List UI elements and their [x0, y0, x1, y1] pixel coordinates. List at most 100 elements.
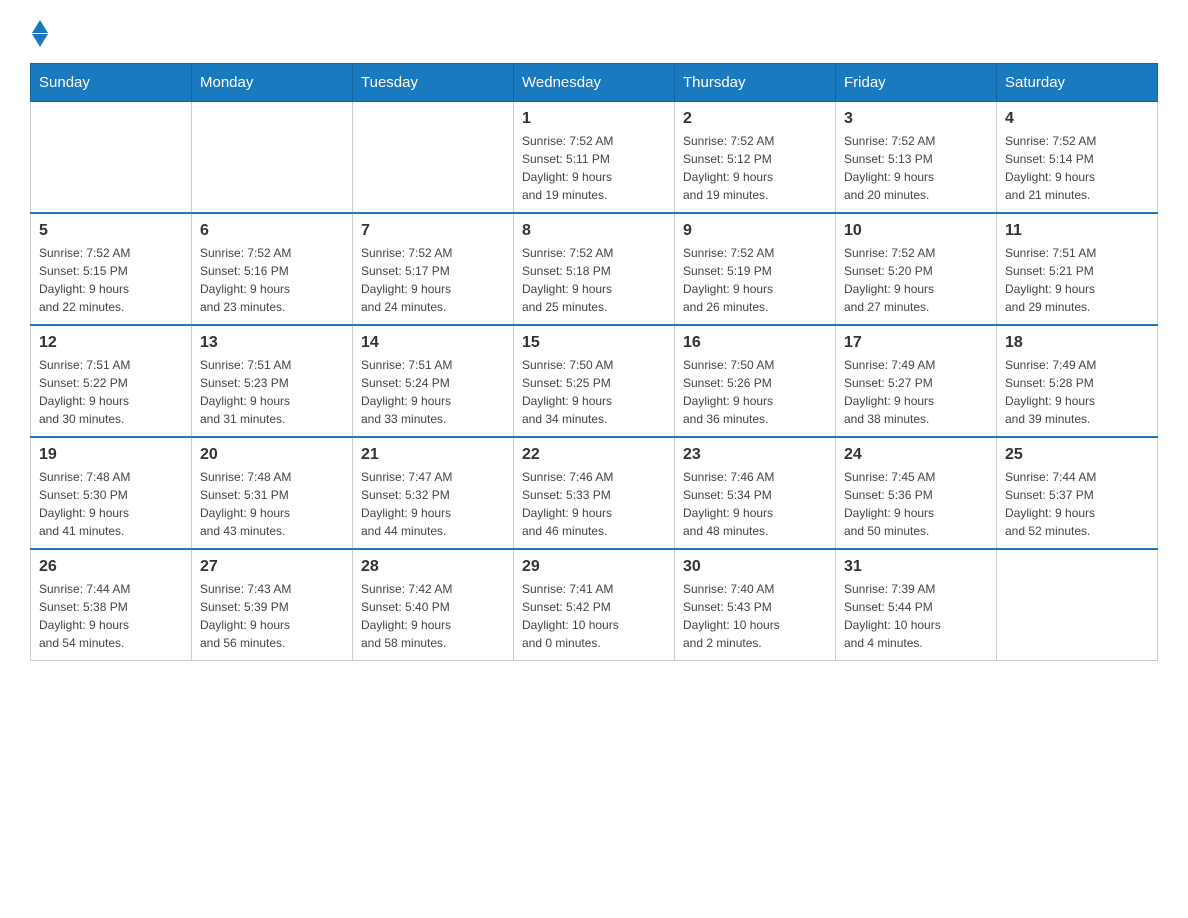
day-number: 5 — [39, 222, 183, 240]
day-info: Sunrise: 7:44 AMSunset: 5:37 PMDaylight:… — [1005, 468, 1149, 540]
day-info: Sunrise: 7:48 AMSunset: 5:31 PMDaylight:… — [200, 468, 344, 540]
day-info: Sunrise: 7:48 AMSunset: 5:30 PMDaylight:… — [39, 468, 183, 540]
calendar-cell: 8 Sunrise: 7:52 AMSunset: 5:18 PMDaylight… — [514, 213, 675, 325]
calendar-week-row: 12 Sunrise: 7:51 AMSunset: 5:22 PMDayligh… — [31, 325, 1158, 437]
day-info: Sunrise: 7:52 AMSunset: 5:17 PMDaylight:… — [361, 244, 505, 316]
day-info: Sunrise: 7:52 AMSunset: 5:16 PMDaylight:… — [200, 244, 344, 316]
day-info: Sunrise: 7:50 AMSunset: 5:26 PMDaylight:… — [683, 356, 827, 428]
day-info: Sunrise: 7:52 AMSunset: 5:13 PMDaylight:… — [844, 132, 988, 204]
day-info: Sunrise: 7:46 AMSunset: 5:34 PMDaylight:… — [683, 468, 827, 540]
day-number: 18 — [1005, 334, 1149, 352]
day-info: Sunrise: 7:52 AMSunset: 5:12 PMDaylight:… — [683, 132, 827, 204]
calendar-cell: 18 Sunrise: 7:49 AMSunset: 5:28 PMDayligh… — [997, 325, 1158, 437]
calendar-cell: 14 Sunrise: 7:51 AMSunset: 5:24 PMDayligh… — [353, 325, 514, 437]
day-number: 22 — [522, 446, 666, 464]
day-number: 7 — [361, 222, 505, 240]
day-info: Sunrise: 7:52 AMSunset: 5:18 PMDaylight:… — [522, 244, 666, 316]
calendar-cell: 19 Sunrise: 7:48 AMSunset: 5:30 PMDayligh… — [31, 437, 192, 549]
day-header-monday: Monday — [192, 64, 353, 102]
calendar-week-row: 19 Sunrise: 7:48 AMSunset: 5:30 PMDayligh… — [31, 437, 1158, 549]
calendar-cell: 16 Sunrise: 7:50 AMSunset: 5:26 PMDayligh… — [675, 325, 836, 437]
day-number: 17 — [844, 334, 988, 352]
day-info: Sunrise: 7:49 AMSunset: 5:27 PMDaylight:… — [844, 356, 988, 428]
day-info: Sunrise: 7:50 AMSunset: 5:25 PMDaylight:… — [522, 356, 666, 428]
day-number: 4 — [1005, 110, 1149, 128]
calendar-cell: 12 Sunrise: 7:51 AMSunset: 5:22 PMDayligh… — [31, 325, 192, 437]
day-number: 14 — [361, 334, 505, 352]
calendar-week-row: 26Sunrise: 7:44 AMSunset: 5:38 PMDayligh… — [31, 549, 1158, 661]
logo[interactable] — [30, 20, 48, 43]
day-number: 20 — [200, 446, 344, 464]
day-header-wednesday: Wednesday — [514, 64, 675, 102]
day-info: Sunrise: 7:49 AMSunset: 5:28 PMDaylight:… — [1005, 356, 1149, 428]
day-header-thursday: Thursday — [675, 64, 836, 102]
calendar-cell — [31, 102, 192, 214]
day-number: 10 — [844, 222, 988, 240]
day-info: Sunrise: 7:51 AMSunset: 5:21 PMDaylight:… — [1005, 244, 1149, 316]
day-info: Sunrise: 7:52 AMSunset: 5:20 PMDaylight:… — [844, 244, 988, 316]
day-info: Sunrise: 7:52 AMSunset: 5:19 PMDaylight:… — [683, 244, 827, 316]
calendar-table: SundayMondayTuesdayWednesdayThursdayFrid… — [30, 63, 1158, 661]
calendar-cell: 26Sunrise: 7:44 AMSunset: 5:38 PMDayligh… — [31, 549, 192, 661]
calendar-cell: 17 Sunrise: 7:49 AMSunset: 5:27 PMDayligh… — [836, 325, 997, 437]
day-number: 9 — [683, 222, 827, 240]
day-number: 21 — [361, 446, 505, 464]
day-number: 12 — [39, 334, 183, 352]
day-number: 24 — [844, 446, 988, 464]
day-number: 27 — [200, 558, 344, 576]
day-number: 3 — [844, 110, 988, 128]
calendar-cell: 2 Sunrise: 7:52 AMSunset: 5:12 PMDaylight… — [675, 102, 836, 214]
day-number: 30 — [683, 558, 827, 576]
calendar-week-row: 1Sunrise: 7:52 AMSunset: 5:11 PMDaylight… — [31, 102, 1158, 214]
day-info: Sunrise: 7:52 AMSunset: 5:15 PMDaylight:… — [39, 244, 183, 316]
calendar-cell: 31 Sunrise: 7:39 AMSunset: 5:44 PMDayligh… — [836, 549, 997, 661]
calendar-cell: 5 Sunrise: 7:52 AMSunset: 5:15 PMDaylight… — [31, 213, 192, 325]
day-info: Sunrise: 7:41 AMSunset: 5:42 PMDaylight:… — [522, 580, 666, 652]
day-header-saturday: Saturday — [997, 64, 1158, 102]
day-number: 19 — [39, 446, 183, 464]
day-number: 26 — [39, 558, 183, 576]
calendar-cell — [192, 102, 353, 214]
calendar-cell: 6Sunrise: 7:52 AMSunset: 5:16 PMDaylight… — [192, 213, 353, 325]
day-number: 25 — [1005, 446, 1149, 464]
day-number: 16 — [683, 334, 827, 352]
day-info: Sunrise: 7:51 AMSunset: 5:24 PMDaylight:… — [361, 356, 505, 428]
calendar-header-row: SundayMondayTuesdayWednesdayThursdayFrid… — [31, 64, 1158, 102]
day-number: 28 — [361, 558, 505, 576]
calendar-cell: 21Sunrise: 7:47 AMSunset: 5:32 PMDayligh… — [353, 437, 514, 549]
day-number: 23 — [683, 446, 827, 464]
calendar-cell: 24 Sunrise: 7:45 AMSunset: 5:36 PMDayligh… — [836, 437, 997, 549]
day-number: 13 — [200, 334, 344, 352]
calendar-cell: 20 Sunrise: 7:48 AMSunset: 5:31 PMDayligh… — [192, 437, 353, 549]
calendar-cell: 9 Sunrise: 7:52 AMSunset: 5:19 PMDaylight… — [675, 213, 836, 325]
calendar-cell: 1Sunrise: 7:52 AMSunset: 5:11 PMDaylight… — [514, 102, 675, 214]
day-number: 8 — [522, 222, 666, 240]
calendar-cell: 30 Sunrise: 7:40 AMSunset: 5:43 PMDayligh… — [675, 549, 836, 661]
day-info: Sunrise: 7:43 AMSunset: 5:39 PMDaylight:… — [200, 580, 344, 652]
day-number: 11 — [1005, 222, 1149, 240]
calendar-week-row: 5 Sunrise: 7:52 AMSunset: 5:15 PMDaylight… — [31, 213, 1158, 325]
day-number: 31 — [844, 558, 988, 576]
day-info: Sunrise: 7:45 AMSunset: 5:36 PMDaylight:… — [844, 468, 988, 540]
day-number: 2 — [683, 110, 827, 128]
calendar-cell: 11 Sunrise: 7:51 AMSunset: 5:21 PMDayligh… — [997, 213, 1158, 325]
day-info: Sunrise: 7:42 AMSunset: 5:40 PMDaylight:… — [361, 580, 505, 652]
day-info: Sunrise: 7:52 AMSunset: 5:11 PMDaylight:… — [522, 132, 666, 204]
day-info: Sunrise: 7:51 AMSunset: 5:23 PMDaylight:… — [200, 356, 344, 428]
calendar-cell: 4 Sunrise: 7:52 AMSunset: 5:14 PMDaylight… — [997, 102, 1158, 214]
calendar-cell: 13 Sunrise: 7:51 AMSunset: 5:23 PMDayligh… — [192, 325, 353, 437]
calendar-cell — [997, 549, 1158, 661]
day-number: 15 — [522, 334, 666, 352]
day-info: Sunrise: 7:39 AMSunset: 5:44 PMDaylight:… — [844, 580, 988, 652]
day-header-sunday: Sunday — [31, 64, 192, 102]
calendar-cell: 23 Sunrise: 7:46 AMSunset: 5:34 PMDayligh… — [675, 437, 836, 549]
day-header-tuesday: Tuesday — [353, 64, 514, 102]
calendar-cell — [353, 102, 514, 214]
day-info: Sunrise: 7:51 AMSunset: 5:22 PMDaylight:… — [39, 356, 183, 428]
day-number: 29 — [522, 558, 666, 576]
calendar-cell: 27 Sunrise: 7:43 AMSunset: 5:39 PMDayligh… — [192, 549, 353, 661]
day-info: Sunrise: 7:52 AMSunset: 5:14 PMDaylight:… — [1005, 132, 1149, 204]
calendar-cell: 7 Sunrise: 7:52 AMSunset: 5:17 PMDaylight… — [353, 213, 514, 325]
calendar-cell: 3 Sunrise: 7:52 AMSunset: 5:13 PMDaylight… — [836, 102, 997, 214]
day-info: Sunrise: 7:40 AMSunset: 5:43 PMDaylight:… — [683, 580, 827, 652]
